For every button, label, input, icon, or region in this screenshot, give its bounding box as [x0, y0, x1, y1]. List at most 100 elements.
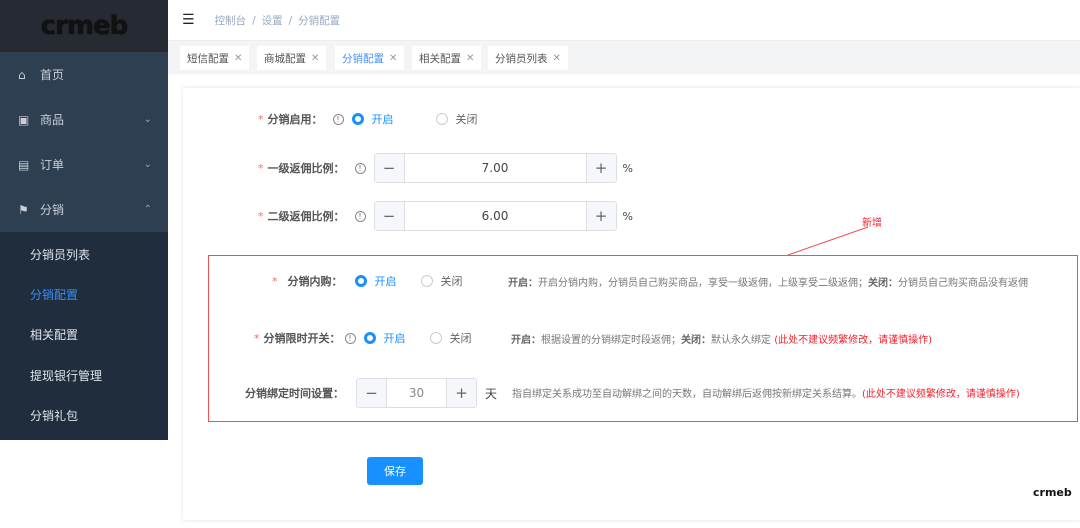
- radio-time-switch-off[interactable]: 关闭: [429, 330, 472, 346]
- breadcrumb-item[interactable]: 控制台: [215, 15, 247, 27]
- tags-bar: 短信配置 ✕ 商城配置 ✕ 分销配置 ✕ 相关配置 ✕ 分销员列表 ✕: [168, 40, 1080, 74]
- required-mark: *: [258, 209, 264, 223]
- tab-label: 分销员列表: [495, 52, 548, 65]
- submenu: 分销员列表 分销配置 相关配置 提现银行管理 分销礼包: [0, 232, 168, 440]
- new-annotation: 新增: [862, 218, 882, 229]
- close-icon[interactable]: ✕: [389, 53, 397, 64]
- breadcrumb: 控制台 / 设置 / 分销配置: [214, 14, 341, 27]
- minus-button[interactable]: −: [374, 154, 404, 182]
- field-label: 分销启用：: [267, 113, 323, 126]
- warning-text: (此处不建议频繁修改，请谨慎操作): [774, 335, 932, 346]
- sidebar-item-related-config[interactable]: 相关配置: [0, 314, 168, 354]
- bind-time-input[interactable]: 30: [386, 379, 447, 407]
- watermark-logo: crmeb: [1033, 486, 1072, 499]
- desc-text: 分销员自己购买商品没有返佣: [898, 278, 1028, 289]
- radio-dot: [363, 332, 376, 344]
- tab-label: 相关配置: [419, 52, 461, 65]
- annotation-line: [787, 226, 869, 256]
- logo[interactable]: crmeb: [0, 0, 168, 52]
- radio-label: 开启: [383, 332, 406, 345]
- chevron-up-icon: ⌃: [143, 204, 152, 215]
- radio-label: 开启: [374, 275, 397, 288]
- menu-fold-icon[interactable]: ☰: [182, 12, 195, 28]
- radio-label: 关闭: [449, 332, 472, 345]
- close-icon[interactable]: ✕: [234, 53, 242, 64]
- sidebar: crmeb ⌂ 首页 ▣ 商品 ⌄ ▤ 订单 ⌄ ⚑ 分销 ⌃ 分销员列表 分销配置 相关配置…: [0, 0, 168, 440]
- required-mark: *: [258, 112, 264, 126]
- desc-key: 开启：: [511, 335, 541, 346]
- level2-stepper[interactable]: −6.00 +: [373, 201, 617, 231]
- level2-input[interactable]: 6.00: [403, 202, 587, 230]
- desc-text: 根据设置的分销绑定时段返佣；: [541, 335, 681, 346]
- sidebar-item-label: 订单: [40, 158, 65, 172]
- field-label: 一级返佣比例：: [267, 162, 345, 175]
- sidebar-item-label: 首页: [40, 68, 65, 82]
- tab-label: 短信配置: [187, 52, 229, 65]
- tab-label: 分销配置: [342, 52, 384, 65]
- breadcrumb-item: 分销配置: [298, 14, 341, 27]
- sidebar-item-products[interactable]: ▣ 商品 ⌄: [0, 97, 168, 142]
- unit-label: %: [622, 209, 633, 223]
- minus-button[interactable]: −: [374, 202, 404, 230]
- sidebar-item-gift-pack[interactable]: 分销礼包: [0, 395, 168, 435]
- bind-time-row: 分销绑定时间设置： −30 + 天: [245, 378, 497, 408]
- sidebar-item-label: 分销: [40, 203, 65, 217]
- desc-text: 开启分销内购，分销员自己购买商品，享受一级返佣，上级享受二级返佣；: [538, 278, 868, 289]
- close-icon[interactable]: ✕: [553, 53, 561, 64]
- close-icon[interactable]: ✕: [466, 53, 474, 64]
- level1-input[interactable]: 7.00: [403, 154, 587, 182]
- plus-button[interactable]: +: [447, 379, 476, 407]
- tab-mall-config[interactable]: 商城配置 ✕: [257, 46, 327, 70]
- unit-label: %: [622, 161, 633, 175]
- time-switch-description: 开启：根据设置的分销绑定时段返佣；关闭：默认永久绑定 (此处不建议频繁修改，请谨…: [511, 331, 932, 346]
- flag-icon: ⚑: [18, 202, 29, 217]
- info-icon[interactable]: !: [354, 210, 366, 222]
- desc-text: 默认永久绑定: [711, 335, 771, 346]
- briefcase-icon: ▤: [18, 157, 30, 172]
- tab-sms-config[interactable]: 短信配置 ✕: [180, 46, 250, 70]
- tab-label: 商城配置: [264, 52, 306, 65]
- bind-time-stepper[interactable]: −30 +: [356, 378, 477, 408]
- minus-button[interactable]: −: [357, 379, 386, 407]
- desc-key: 开启：: [508, 278, 538, 289]
- info-icon[interactable]: !: [332, 113, 344, 125]
- radio-enable-off[interactable]: 关闭: [435, 111, 478, 127]
- radio-dot: [429, 332, 442, 344]
- sidebar-item-label: 商品: [40, 113, 65, 127]
- enable-row: * 分销启用：! 开启 关闭: [258, 104, 502, 134]
- tab-distributor-list[interactable]: 分销员列表 ✕: [488, 46, 568, 70]
- save-button[interactable]: 保存: [367, 457, 423, 485]
- plus-button[interactable]: +: [586, 202, 616, 230]
- required-mark: *: [258, 161, 264, 175]
- sidebar-item-distribution[interactable]: ⚑ 分销 ⌃: [0, 187, 168, 232]
- radio-dot: [420, 275, 433, 287]
- field-label: 分销限时开关：: [263, 332, 341, 345]
- close-icon[interactable]: ✕: [311, 53, 319, 64]
- warning-text: (此处不建议频繁修改，请谨慎操作): [862, 389, 1020, 400]
- field-label: 分销绑定时间设置：: [245, 387, 344, 400]
- level1-stepper[interactable]: −7.00 +: [373, 153, 617, 183]
- radio-label: 开启: [371, 113, 394, 126]
- radio-time-switch-on[interactable]: 开启: [363, 330, 406, 346]
- breadcrumb-item[interactable]: 设置: [262, 15, 283, 27]
- radio-self-buy-off[interactable]: 关闭: [420, 273, 463, 289]
- radio-enable-on[interactable]: 开启: [351, 111, 394, 127]
- tab-distribution-config[interactable]: 分销配置 ✕: [335, 46, 405, 70]
- field-label: 二级返佣比例：: [267, 210, 345, 223]
- radio-label: 关闭: [455, 113, 478, 126]
- required-mark: *: [254, 331, 260, 345]
- unit-label: 天: [485, 386, 498, 401]
- sidebar-item-distributor-list[interactable]: 分销员列表: [0, 234, 168, 274]
- plus-button[interactable]: +: [586, 154, 616, 182]
- sidebar-item-home[interactable]: ⌂ 首页: [0, 52, 168, 97]
- sidebar-item-bank-management[interactable]: 提现银行管理: [0, 355, 168, 395]
- desc-key: 关闭：: [681, 335, 711, 346]
- sidebar-item-orders[interactable]: ▤ 订单 ⌄: [0, 142, 168, 187]
- sidebar-item-distribution-config[interactable]: 分销配置: [0, 274, 168, 314]
- field-label: 分销内购：: [287, 275, 343, 288]
- chevron-down-icon: ⌄: [143, 159, 152, 170]
- info-icon[interactable]: !: [354, 162, 366, 174]
- info-icon[interactable]: !: [344, 332, 356, 344]
- radio-self-buy-on[interactable]: 开启: [354, 273, 397, 289]
- tab-related-config[interactable]: 相关配置 ✕: [412, 46, 482, 70]
